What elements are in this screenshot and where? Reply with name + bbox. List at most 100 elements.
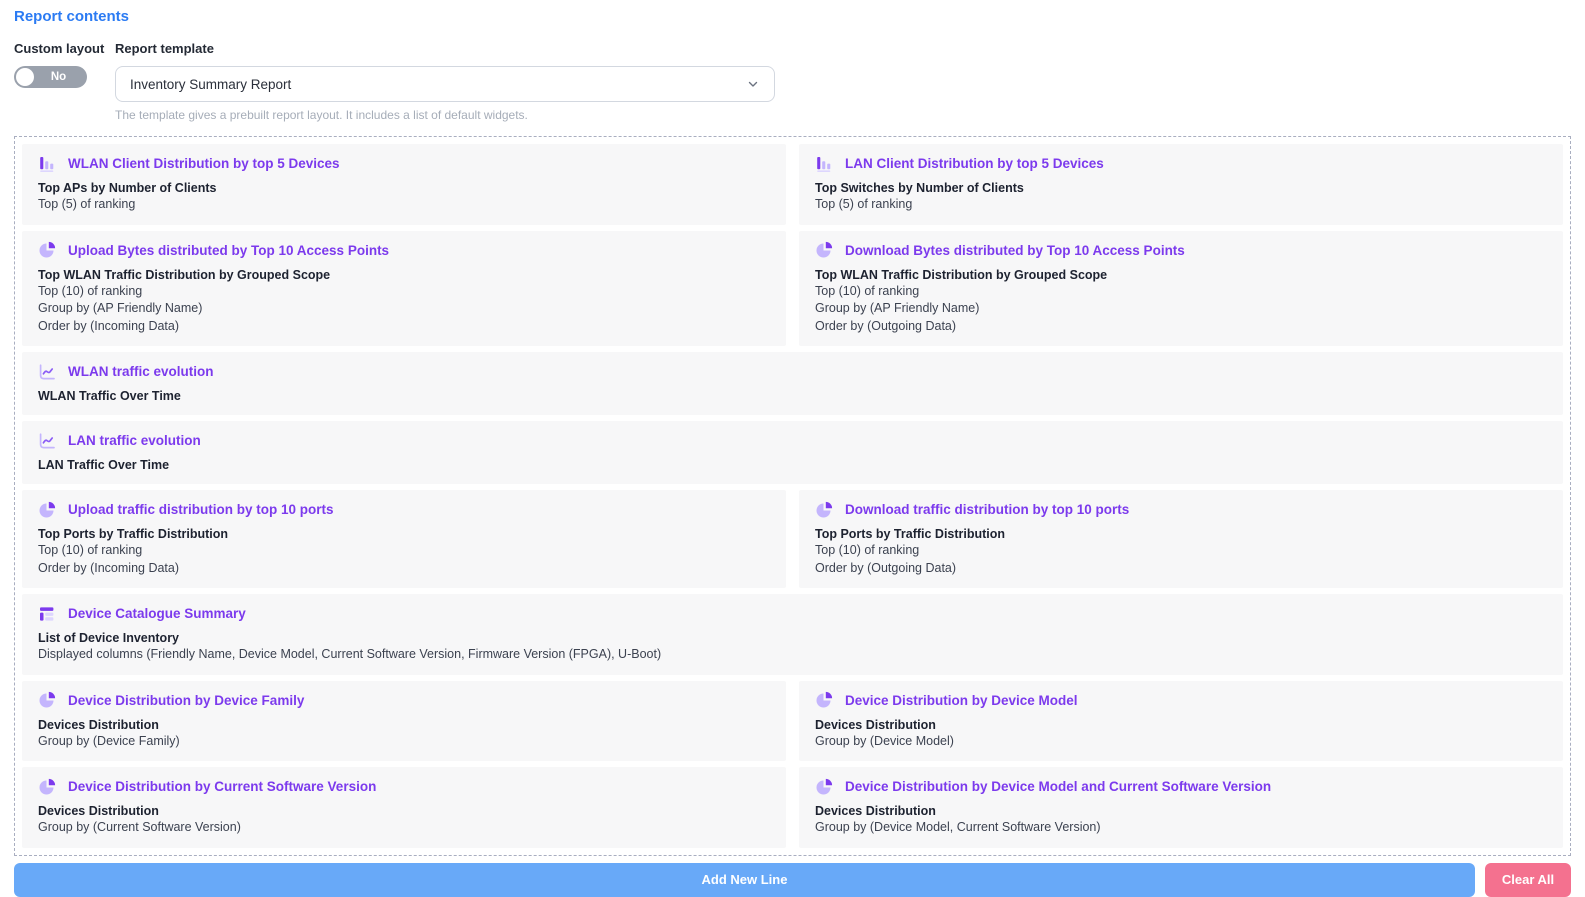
widget-title-row: Device Distribution by Current Software … xyxy=(38,777,770,796)
footer-actions: Add New Line Clear All xyxy=(14,863,1571,897)
custom-layout-label: Custom layout xyxy=(14,41,115,56)
widget-detail-lines: Top (10) of rankingOrder by (Incoming Da… xyxy=(38,542,770,577)
widget-title-link[interactable]: Device Distribution by Device Model and … xyxy=(845,779,1271,794)
widget-card: Download Bytes distributed by Top 10 Acc… xyxy=(799,231,1563,347)
widget-row: Upload traffic distribution by top 10 po… xyxy=(22,490,1563,588)
widget-card: WLAN Client Distribution by top 5 Device… xyxy=(22,144,786,225)
widget-card: LAN traffic evolution LAN Traffic Over T… xyxy=(22,421,1563,484)
clear-all-button[interactable]: Clear All xyxy=(1485,863,1571,897)
widget-title-row: LAN traffic evolution xyxy=(38,431,1547,450)
widget-title-link[interactable]: Device Distribution by Current Software … xyxy=(68,779,376,794)
widget-title-row: WLAN traffic evolution xyxy=(38,362,1547,381)
widget-subtitle: Top Switches by Number of Clients xyxy=(815,180,1547,196)
custom-layout-toggle[interactable]: No xyxy=(14,66,87,88)
widget-title-link[interactable]: Device Catalogue Summary xyxy=(68,606,246,621)
widget-subtitle: Top WLAN Traffic Distribution by Grouped… xyxy=(38,267,770,283)
widget-title-link[interactable]: LAN traffic evolution xyxy=(68,433,201,448)
widget-title-link[interactable]: WLAN Client Distribution by top 5 Device… xyxy=(68,156,340,171)
widget-subtitle: Top Ports by Traffic Distribution xyxy=(38,526,770,542)
widget-detail-line: Order by (Incoming Data) xyxy=(38,318,770,336)
widget-detail-lines: Group by (Device Model) xyxy=(815,733,1547,751)
widget-detail-line: Group by (AP Friendly Name) xyxy=(815,300,1547,318)
widget-card: Upload traffic distribution by top 10 po… xyxy=(22,490,786,588)
widget-detail-line: Top (5) of ranking xyxy=(38,196,770,214)
widget-detail-line: Group by (Device Family) xyxy=(38,733,770,751)
widget-subtitle: Devices Distribution xyxy=(38,803,770,819)
widget-detail-line: Group by (Current Software Version) xyxy=(38,819,770,837)
widget-subtitle: Top APs by Number of Clients xyxy=(38,180,770,196)
bar-chart-icon xyxy=(38,155,56,173)
widget-row: Device Distribution by Device Family Dev… xyxy=(22,681,1563,762)
widget-title-link[interactable]: WLAN traffic evolution xyxy=(68,364,214,379)
pie-chart-icon xyxy=(38,691,56,709)
widget-title-link[interactable]: Download traffic distribution by top 10 … xyxy=(845,502,1129,517)
widget-detail-line: Order by (Incoming Data) xyxy=(38,560,770,578)
pie-chart-icon xyxy=(38,778,56,796)
custom-layout-group: Custom layout No xyxy=(14,41,115,122)
widget-card: LAN Client Distribution by top 5 Devices… xyxy=(799,144,1563,225)
report-controls: Custom layout No Report template Invento… xyxy=(14,41,1571,122)
chevron-down-icon xyxy=(746,77,760,91)
widget-title-link[interactable]: Download Bytes distributed by Top 10 Acc… xyxy=(845,243,1185,258)
widget-detail-lines: Group by (Device Model, Current Software… xyxy=(815,819,1547,837)
widget-subtitle: LAN Traffic Over Time xyxy=(38,457,1547,473)
widget-title-link[interactable]: LAN Client Distribution by top 5 Devices xyxy=(845,156,1104,171)
widget-detail-line: Top (10) of ranking xyxy=(815,283,1547,301)
widget-title-row: WLAN Client Distribution by top 5 Device… xyxy=(38,154,770,173)
widget-subtitle: WLAN Traffic Over Time xyxy=(38,388,1547,404)
widget-detail-line: Top (5) of ranking xyxy=(815,196,1547,214)
report-template-select[interactable]: Inventory Summary Report xyxy=(115,66,775,102)
widget-title-row: Device Distribution by Device Family xyxy=(38,691,770,710)
widget-detail-lines: Top (5) of ranking xyxy=(815,196,1547,214)
page-title: Report contents xyxy=(14,8,1571,26)
widget-card: Device Distribution by Device Model and … xyxy=(799,767,1563,848)
widget-detail-line: Group by (Device Model) xyxy=(815,733,1547,751)
widget-card: Device Distribution by Device Model Devi… xyxy=(799,681,1563,762)
widget-title-link[interactable]: Upload traffic distribution by top 10 po… xyxy=(68,502,334,517)
widget-subtitle: Devices Distribution xyxy=(815,717,1547,733)
line-chart-icon xyxy=(38,432,56,450)
widget-detail-lines: Displayed columns (Friendly Name, Device… xyxy=(38,646,1547,664)
widget-row: LAN traffic evolution LAN Traffic Over T… xyxy=(22,421,1563,484)
add-new-line-button[interactable]: Add New Line xyxy=(14,863,1475,897)
report-template-selected-value: Inventory Summary Report xyxy=(130,77,291,92)
pie-chart-icon xyxy=(815,691,833,709)
widget-row: WLAN traffic evolution WLAN Traffic Over… xyxy=(22,352,1563,415)
toggle-knob-icon xyxy=(16,68,34,86)
widget-title-row: Device Distribution by Device Model xyxy=(815,691,1547,710)
widget-title-row: Device Catalogue Summary xyxy=(38,604,1547,623)
widget-detail-line: Top (10) of ranking xyxy=(815,542,1547,560)
widget-title-link[interactable]: Upload Bytes distributed by Top 10 Acces… xyxy=(68,243,389,258)
widget-subtitle: Top WLAN Traffic Distribution by Grouped… xyxy=(815,267,1547,283)
widget-detail-line: Top (10) of ranking xyxy=(38,283,770,301)
widget-title-link[interactable]: Device Distribution by Device Model xyxy=(845,693,1078,708)
widget-detail-lines: Top (10) of rankingOrder by (Outgoing Da… xyxy=(815,542,1547,577)
table-icon xyxy=(38,605,56,623)
bar-chart-icon xyxy=(815,155,833,173)
widget-row: Upload Bytes distributed by Top 10 Acces… xyxy=(22,231,1563,347)
widget-title-link[interactable]: Device Distribution by Device Family xyxy=(68,693,304,708)
widget-subtitle: Devices Distribution xyxy=(38,717,770,733)
widget-card: Device Catalogue Summary List of Device … xyxy=(22,594,1563,675)
widget-title-row: Download Bytes distributed by Top 10 Acc… xyxy=(815,241,1547,260)
widget-detail-lines: Group by (Device Family) xyxy=(38,733,770,751)
widget-title-row: Download traffic distribution by top 10 … xyxy=(815,500,1547,519)
pie-chart-icon xyxy=(38,241,56,259)
widget-detail-line: Order by (Outgoing Data) xyxy=(815,560,1547,578)
pie-chart-icon xyxy=(815,778,833,796)
widget-detail-line: Group by (AP Friendly Name) xyxy=(38,300,770,318)
widget-title-row: Upload traffic distribution by top 10 po… xyxy=(38,500,770,519)
widget-card: Device Distribution by Device Family Dev… xyxy=(22,681,786,762)
widget-row: Device Distribution by Current Software … xyxy=(22,767,1563,848)
widget-title-row: Upload Bytes distributed by Top 10 Acces… xyxy=(38,241,770,260)
widget-subtitle: List of Device Inventory xyxy=(38,630,1547,646)
widget-detail-lines: Top (10) of rankingGroup by (AP Friendly… xyxy=(815,283,1547,336)
report-template-helper: The template gives a prebuilt report lay… xyxy=(115,108,775,122)
widget-detail-line: Top (10) of ranking xyxy=(38,542,770,560)
pie-chart-icon xyxy=(815,501,833,519)
widget-title-row: LAN Client Distribution by top 5 Devices xyxy=(815,154,1547,173)
widget-detail-lines: Group by (Current Software Version) xyxy=(38,819,770,837)
widget-detail-line: Group by (Device Model, Current Software… xyxy=(815,819,1547,837)
widgets-container: WLAN Client Distribution by top 5 Device… xyxy=(14,136,1571,856)
widget-subtitle: Devices Distribution xyxy=(815,803,1547,819)
